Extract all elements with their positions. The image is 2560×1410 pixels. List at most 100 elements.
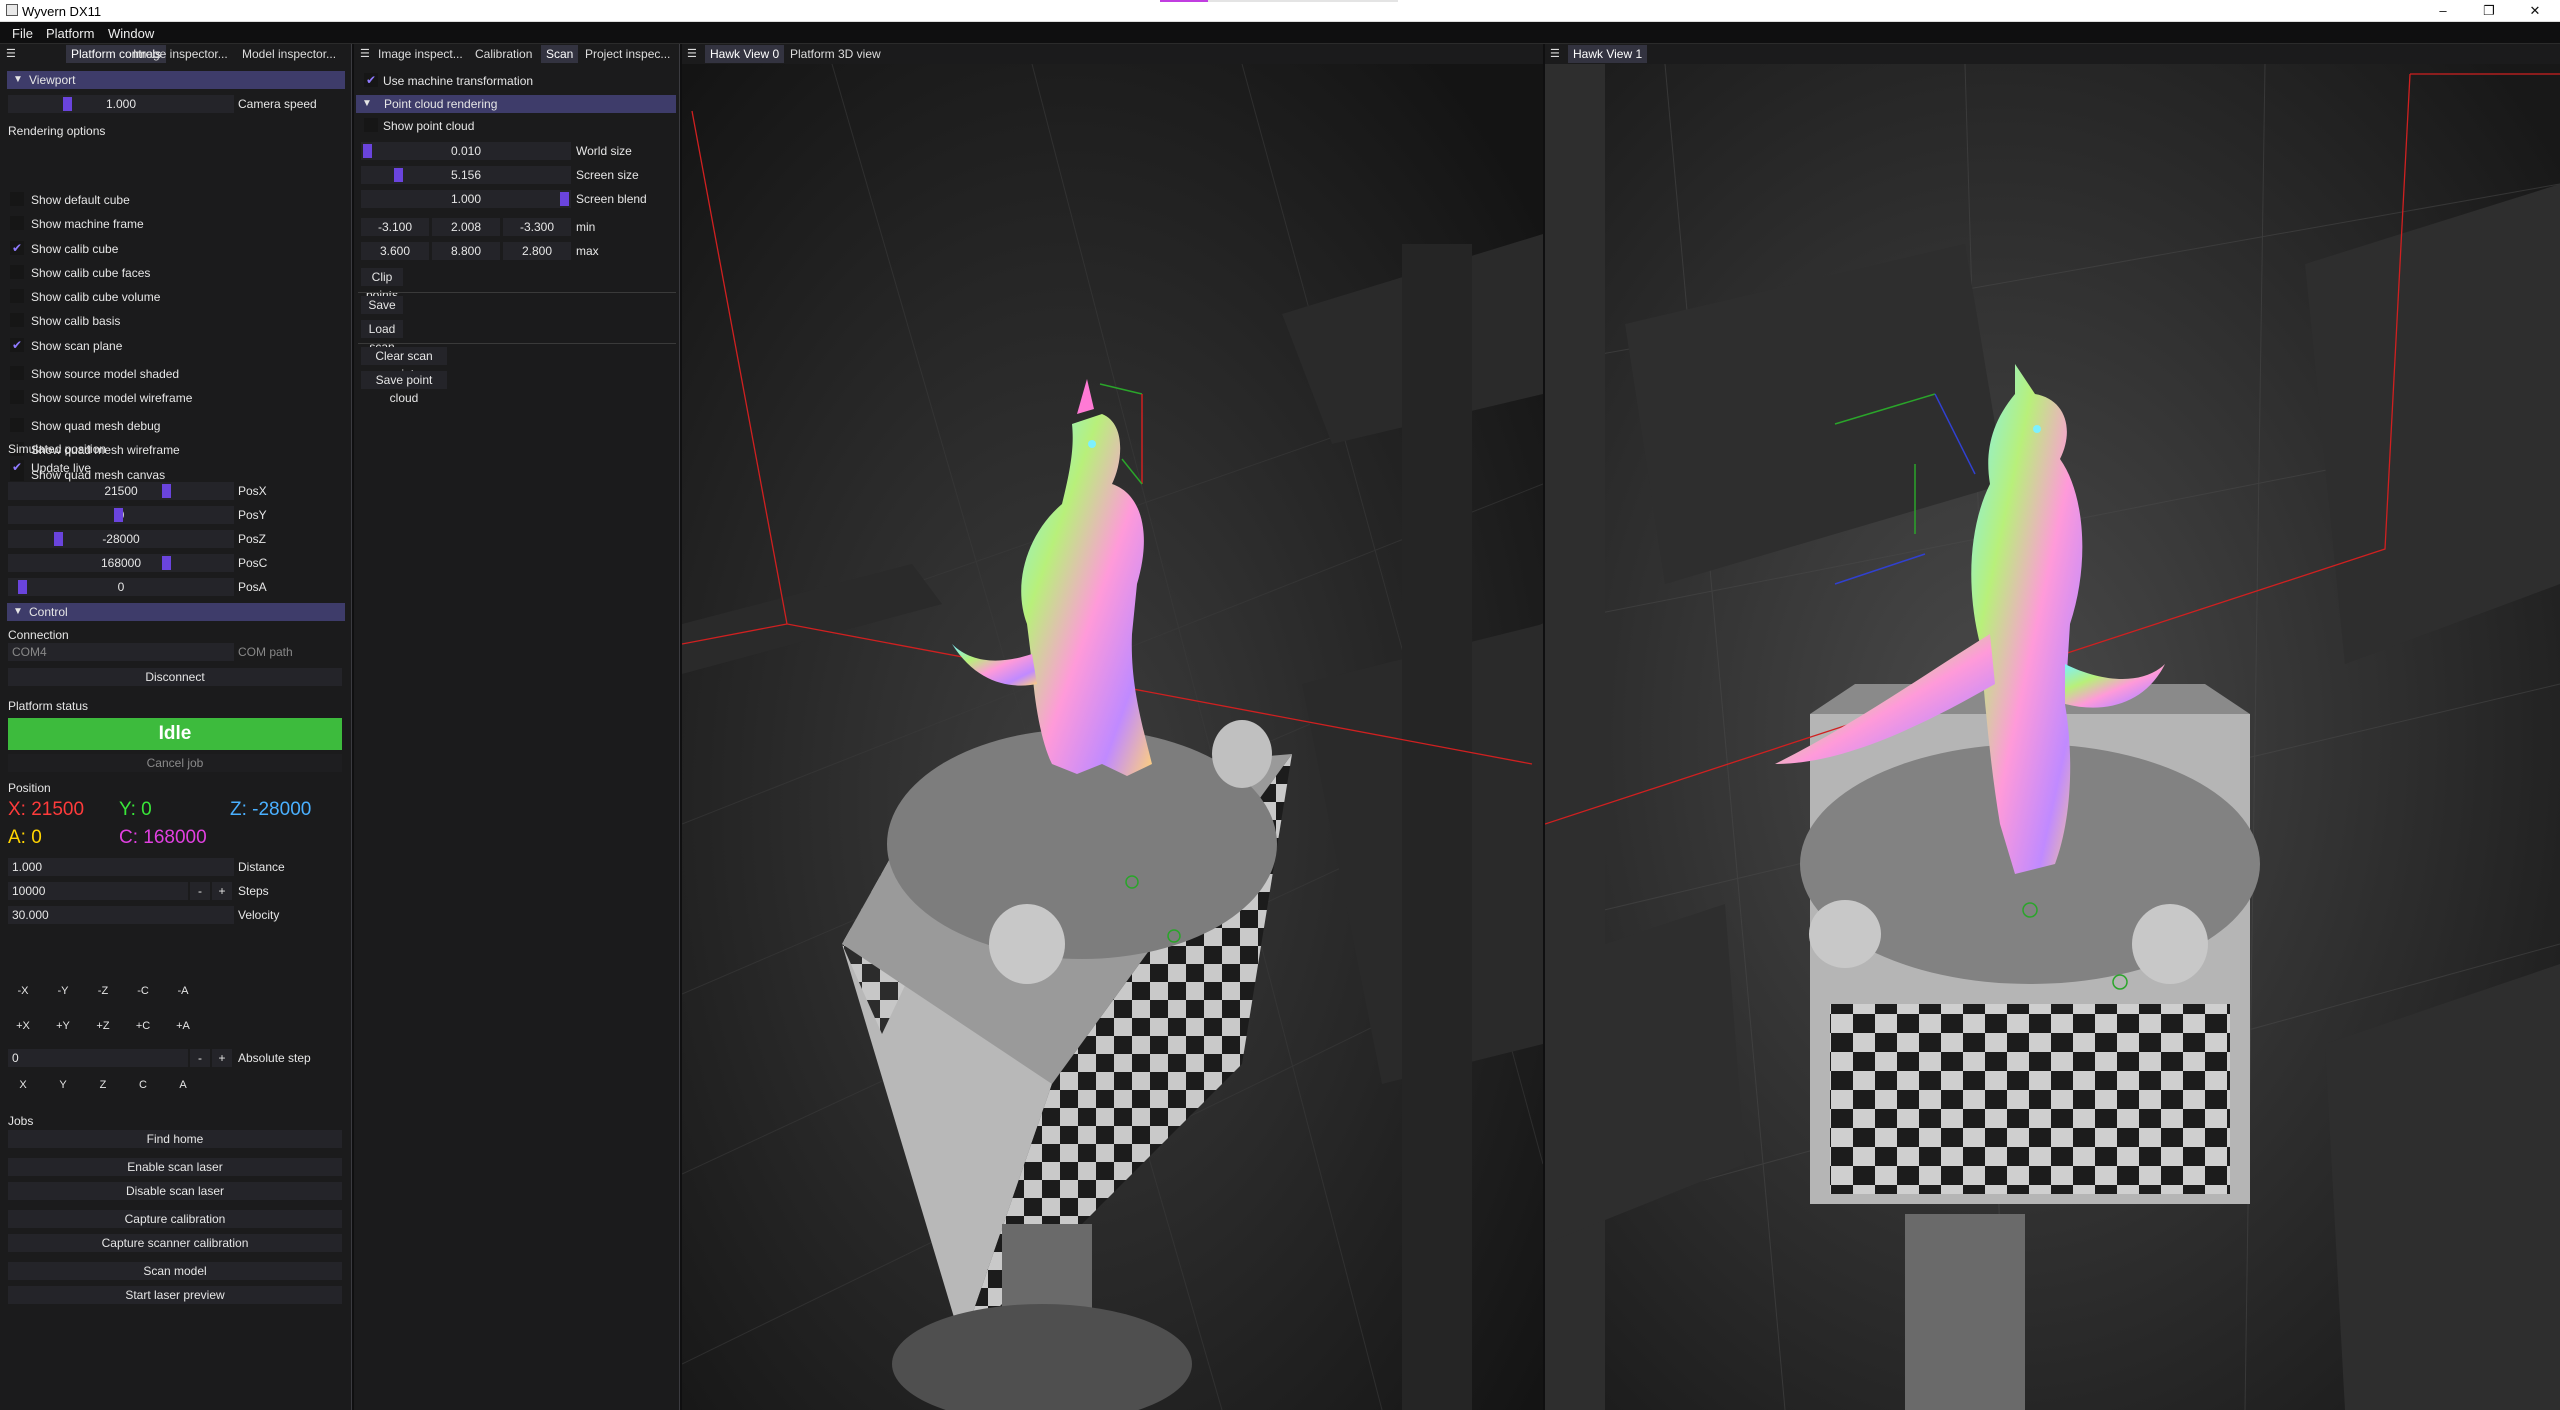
point-cloud-header[interactable]: ▼ Point cloud rendering — [356, 95, 676, 113]
job-button[interactable]: Capture calibration — [8, 1210, 342, 1228]
min-y-input[interactable]: 2.008 — [432, 218, 500, 236]
load-scan-button[interactable]: Load scan — [361, 320, 403, 354]
absolute-step-decrement-button[interactable]: - — [190, 1049, 210, 1067]
jog-button[interactable]: +C — [128, 1015, 158, 1037]
tab-calibration[interactable]: Calibration — [470, 45, 537, 63]
jog-button[interactable]: X — [8, 1074, 38, 1096]
option-checkbox[interactable] — [10, 366, 24, 380]
world-size-slider[interactable]: 0.010 — [361, 142, 571, 160]
tab-platform-3d-view[interactable]: Platform 3D view — [785, 45, 886, 63]
jog-button[interactable]: +Y — [48, 1015, 78, 1037]
jog-button[interactable]: Y — [48, 1074, 78, 1096]
min-x-input[interactable]: -3.100 — [361, 218, 429, 236]
use-machine-transformation-checkbox[interactable]: ✔ — [364, 73, 378, 87]
camera-image-view-0[interactable] — [682, 64, 1543, 1410]
screen-blend-slider[interactable]: 1.000 — [361, 190, 571, 208]
max-y-input[interactable]: 8.800 — [432, 242, 500, 260]
job-button[interactable]: Scan model — [8, 1262, 342, 1280]
restore-icon[interactable]: ❐ — [2466, 0, 2512, 22]
slider-grab[interactable] — [363, 144, 372, 158]
distance-input[interactable]: 1.000 — [8, 858, 234, 876]
option-checkbox[interactable] — [10, 265, 24, 279]
close-icon[interactable]: ✕ — [2512, 0, 2558, 22]
jog-button[interactable]: -Z — [88, 980, 118, 1002]
camera-speed-slider[interactable]: 1.000 — [8, 95, 234, 113]
jog-button[interactable]: Z — [88, 1074, 118, 1096]
viewport-header[interactable]: ▼ Viewport — [7, 71, 345, 89]
panel-menu-icon[interactable]: ☰ — [360, 47, 370, 60]
panel-menu-icon[interactable]: ☰ — [1545, 45, 1565, 63]
option-checkbox[interactable] — [10, 216, 24, 230]
slider-grab[interactable] — [114, 508, 123, 522]
tab-image-inspector[interactable]: Image inspector... — [128, 45, 233, 63]
minimize-icon[interactable]: – — [2420, 0, 2466, 22]
jog-button[interactable]: C — [128, 1074, 158, 1096]
job-button[interactable]: Enable scan laser — [8, 1158, 342, 1176]
show-point-cloud-checkbox[interactable] — [364, 118, 378, 132]
hawk-view-1[interactable]: ☰ Hawk View 1 — [1545, 44, 2560, 1410]
job-button[interactable]: Find home — [8, 1130, 342, 1148]
slider-grab[interactable] — [54, 532, 63, 546]
screen-size-slider[interactable]: 5.156 — [361, 166, 571, 184]
tab-image-inspect[interactable]: Image inspect... — [373, 45, 468, 63]
clip-points-button[interactable]: Clip points — [361, 268, 403, 302]
pos-slider[interactable]: 21500 — [8, 482, 234, 500]
pos-slider[interactable]: 0 — [8, 506, 234, 524]
hawk-view-0[interactable]: ☰ Hawk View 0 Platform 3D view — [682, 44, 1543, 1410]
jog-button[interactable]: +A — [168, 1015, 198, 1037]
slider-grab[interactable] — [162, 556, 171, 570]
absolute-step-increment-button[interactable]: + — [212, 1049, 232, 1067]
tab-hawk-view-1[interactable]: Hawk View 1 — [1568, 45, 1648, 63]
panel-menu-icon[interactable]: ☰ — [682, 45, 702, 63]
slider-grab[interactable] — [162, 484, 171, 498]
option-checkbox[interactable]: ✔ — [10, 241, 24, 255]
option-checkbox[interactable] — [10, 192, 24, 206]
option-checkbox[interactable] — [10, 390, 24, 404]
job-button[interactable]: Start laser preview — [8, 1286, 342, 1304]
com-path-input[interactable]: COM4 — [8, 643, 234, 661]
tab-scan[interactable]: Scan — [541, 45, 579, 63]
jog-button[interactable]: +Z — [88, 1015, 118, 1037]
max-z-input[interactable]: 2.800 — [503, 242, 571, 260]
menu-window[interactable]: Window — [108, 26, 154, 41]
jog-button[interactable]: -A — [168, 980, 198, 1002]
option-checkbox[interactable] — [10, 418, 24, 432]
slider-grab[interactable] — [18, 580, 27, 594]
panel-menu-icon[interactable]: ☰ — [6, 47, 16, 60]
update-live-checkbox[interactable]: ✔ — [10, 460, 24, 474]
disconnect-button[interactable]: Disconnect — [8, 668, 342, 686]
menu-platform[interactable]: Platform — [46, 26, 94, 41]
menu-file[interactable]: File — [12, 26, 33, 41]
pos-slider[interactable]: 168000 — [8, 554, 234, 572]
jog-button[interactable]: +X — [8, 1015, 38, 1037]
max-x-input[interactable]: 3.600 — [361, 242, 429, 260]
job-button[interactable]: Capture scanner calibration — [8, 1234, 342, 1252]
jog-button[interactable]: -C — [128, 980, 158, 1002]
clear-scan-points-button[interactable]: Clear scan points — [361, 347, 447, 381]
camera-image-view-1[interactable] — [1545, 64, 2560, 1410]
slider-grab[interactable] — [63, 97, 72, 111]
jog-button[interactable]: A — [168, 1074, 198, 1096]
steps-increment-button[interactable]: + — [212, 882, 232, 900]
slider-grab[interactable] — [394, 168, 403, 182]
steps-decrement-button[interactable]: - — [190, 882, 210, 900]
control-header[interactable]: ▼ Control — [7, 603, 345, 621]
save-scan-button[interactable]: Save scan — [361, 296, 403, 330]
save-point-cloud-button[interactable]: Save point cloud — [361, 371, 447, 405]
option-checkbox[interactable]: ✔ — [10, 338, 24, 352]
min-z-input[interactable]: -3.300 — [503, 218, 571, 236]
tab-model-inspector[interactable]: Model inspector... — [237, 45, 341, 63]
cancel-job-button[interactable]: Cancel job — [8, 754, 342, 772]
pos-slider[interactable]: -28000 — [8, 530, 234, 548]
jog-button[interactable]: -X — [8, 980, 38, 1002]
tab-project-inspector[interactable]: Project inspec... — [580, 45, 675, 63]
slider-grab[interactable] — [560, 192, 569, 206]
absolute-step-input[interactable]: 0 — [8, 1049, 188, 1067]
option-checkbox[interactable] — [10, 289, 24, 303]
pos-slider[interactable]: 0 — [8, 578, 234, 596]
tab-hawk-view-0[interactable]: Hawk View 0 — [705, 45, 785, 63]
jog-button[interactable]: -Y — [48, 980, 78, 1002]
velocity-input[interactable]: 30.000 — [8, 906, 234, 924]
job-button[interactable]: Disable scan laser — [8, 1182, 342, 1200]
option-checkbox[interactable] — [10, 313, 24, 327]
